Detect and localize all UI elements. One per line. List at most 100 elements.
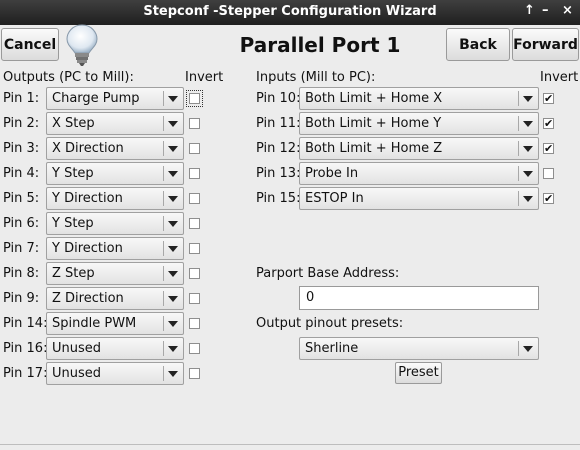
pin-12-select[interactable]: Both Limit + Home Z bbox=[299, 137, 539, 160]
select-value: Probe In bbox=[305, 166, 359, 181]
pin-15-invert-checkbox[interactable]: ✔ bbox=[543, 193, 554, 204]
chevron-down-icon bbox=[523, 121, 533, 127]
maximize-icon[interactable]: ↑ bbox=[524, 3, 535, 18]
select-value: Y Step bbox=[52, 216, 94, 231]
pin-label: Pin 7: bbox=[3, 241, 40, 256]
pin-7-invert-checkbox[interactable] bbox=[189, 243, 200, 254]
pin-2-select[interactable]: X Step bbox=[46, 112, 184, 135]
window-title: Stepconf -Stepper Configuration Wizard bbox=[143, 4, 437, 19]
pin-6-invert-checkbox[interactable] bbox=[189, 218, 200, 229]
chevron-down-icon bbox=[168, 346, 178, 352]
pin-4-invert-checkbox[interactable] bbox=[189, 168, 200, 179]
chevron-down-icon bbox=[168, 371, 178, 377]
pin-label: Pin 13: bbox=[256, 166, 301, 181]
select-value: Both Limit + Home Z bbox=[305, 141, 443, 156]
pin-9-invert-checkbox[interactable] bbox=[189, 293, 200, 304]
pin-3-select[interactable]: X Direction bbox=[46, 137, 184, 160]
pin-16-invert-checkbox[interactable] bbox=[189, 343, 200, 354]
select-value: Both Limit + Home X bbox=[305, 91, 443, 106]
select-value: Y Direction bbox=[52, 241, 123, 256]
pin-12-invert-checkbox[interactable]: ✔ bbox=[543, 143, 554, 154]
pin-17-invert-checkbox[interactable] bbox=[189, 368, 200, 379]
pin-1-invert-checkbox[interactable] bbox=[186, 90, 203, 107]
pin-14-select[interactable]: Spindle PWM bbox=[46, 312, 184, 335]
chevron-down-icon bbox=[523, 171, 533, 177]
chevron-down-icon bbox=[168, 221, 178, 227]
chevron-down-icon bbox=[168, 96, 178, 102]
select-value: Unused bbox=[52, 341, 102, 356]
preset-select[interactable]: Sherline bbox=[299, 337, 539, 360]
cancel-button[interactable]: Cancel bbox=[1, 28, 59, 61]
pin-1-select[interactable]: Charge Pump bbox=[46, 87, 184, 110]
outputs-header: Outputs (PC to Mill): bbox=[3, 70, 134, 85]
inputs-header: Inputs (Mill to PC): bbox=[256, 70, 376, 85]
pin-13-invert-checkbox[interactable] bbox=[543, 168, 554, 179]
pin-label: Pin 8: bbox=[3, 266, 40, 281]
select-value: Spindle PWM bbox=[52, 316, 137, 331]
presets-label: Output pinout presets: bbox=[256, 316, 404, 331]
select-value: Unused bbox=[52, 366, 102, 381]
pin-3-invert-checkbox[interactable] bbox=[189, 143, 200, 154]
lightbulb-icon bbox=[66, 24, 98, 66]
pin-7-select[interactable]: Y Direction bbox=[46, 237, 184, 260]
chevron-down-icon bbox=[523, 346, 533, 352]
select-value: Charge Pump bbox=[52, 91, 140, 106]
pin-17-select[interactable]: Unused bbox=[46, 362, 184, 385]
chevron-down-icon bbox=[168, 321, 178, 327]
pin-4-select[interactable]: Y Step bbox=[46, 162, 184, 185]
chevron-down-icon bbox=[523, 196, 533, 202]
pin-11-invert-checkbox[interactable]: ✔ bbox=[543, 118, 554, 129]
pin-label: Pin 10: bbox=[256, 91, 301, 106]
parport-base-label: Parport Base Address: bbox=[256, 266, 400, 281]
pin-16-select[interactable]: Unused bbox=[46, 337, 184, 360]
divider bbox=[0, 444, 580, 445]
select-value: Y Direction bbox=[52, 191, 123, 206]
pin-label: Pin 2: bbox=[3, 116, 40, 131]
chevron-down-icon bbox=[168, 146, 178, 152]
pin-13-select[interactable]: Probe In bbox=[299, 162, 539, 185]
pin-label: Pin 4: bbox=[3, 166, 40, 181]
pin-label: Pin 5: bbox=[3, 191, 40, 206]
pin-label: Pin 3: bbox=[3, 141, 40, 156]
pin-label: Pin 6: bbox=[3, 216, 40, 231]
forward-button[interactable]: Forward bbox=[512, 28, 579, 61]
pin-8-invert-checkbox[interactable] bbox=[189, 268, 200, 279]
pin-5-select[interactable]: Y Direction bbox=[46, 187, 184, 210]
pin-2-invert-checkbox[interactable] bbox=[189, 118, 200, 129]
select-value: Both Limit + Home Y bbox=[305, 116, 442, 131]
select-value: Z Direction bbox=[52, 291, 124, 306]
close-icon[interactable]: × bbox=[562, 3, 573, 18]
pin-11-select[interactable]: Both Limit + Home Y bbox=[299, 112, 539, 135]
outputs-invert-header: Invert bbox=[185, 70, 224, 85]
preset-button[interactable]: Preset bbox=[395, 362, 442, 384]
pin-15-select[interactable]: ESTOP In bbox=[299, 187, 539, 210]
chevron-down-icon bbox=[168, 271, 178, 277]
pin-10-invert-checkbox[interactable]: ✔ bbox=[543, 93, 554, 104]
chevron-down-icon bbox=[168, 171, 178, 177]
pin-label: Pin 9: bbox=[3, 291, 40, 306]
parport-base-address-input[interactable]: 0 bbox=[299, 286, 539, 310]
pin-9-select[interactable]: Z Direction bbox=[46, 287, 184, 310]
select-value: X Step bbox=[52, 116, 95, 131]
chevron-down-icon bbox=[168, 196, 178, 202]
title-bar: Stepconf -Stepper Configuration Wizard ↑… bbox=[0, 0, 580, 25]
pin-label: Pin 17: bbox=[3, 366, 48, 381]
checkmark-icon: ✔ bbox=[544, 142, 554, 155]
pin-8-select[interactable]: Z Step bbox=[46, 262, 184, 285]
pin-5-invert-checkbox[interactable] bbox=[189, 193, 200, 204]
pin-10-select[interactable]: Both Limit + Home X bbox=[299, 87, 539, 110]
chevron-down-icon bbox=[523, 146, 533, 152]
pin-label: Pin 14: bbox=[3, 316, 48, 331]
checkmark-icon: ✔ bbox=[544, 92, 554, 105]
inputs-invert-header: Invert bbox=[540, 70, 579, 85]
select-value: Z Step bbox=[52, 266, 95, 281]
pin-label: Pin 12: bbox=[256, 141, 301, 156]
chevron-down-icon bbox=[168, 121, 178, 127]
pin-14-invert-checkbox[interactable] bbox=[189, 318, 200, 329]
pin-6-select[interactable]: Y Step bbox=[46, 212, 184, 235]
pin-label: Pin 16: bbox=[3, 341, 48, 356]
minimize-icon[interactable]: – bbox=[542, 3, 549, 18]
page-title: Parallel Port 1 bbox=[239, 33, 401, 57]
select-value: Sherline bbox=[305, 341, 359, 356]
back-button[interactable]: Back bbox=[446, 28, 510, 61]
